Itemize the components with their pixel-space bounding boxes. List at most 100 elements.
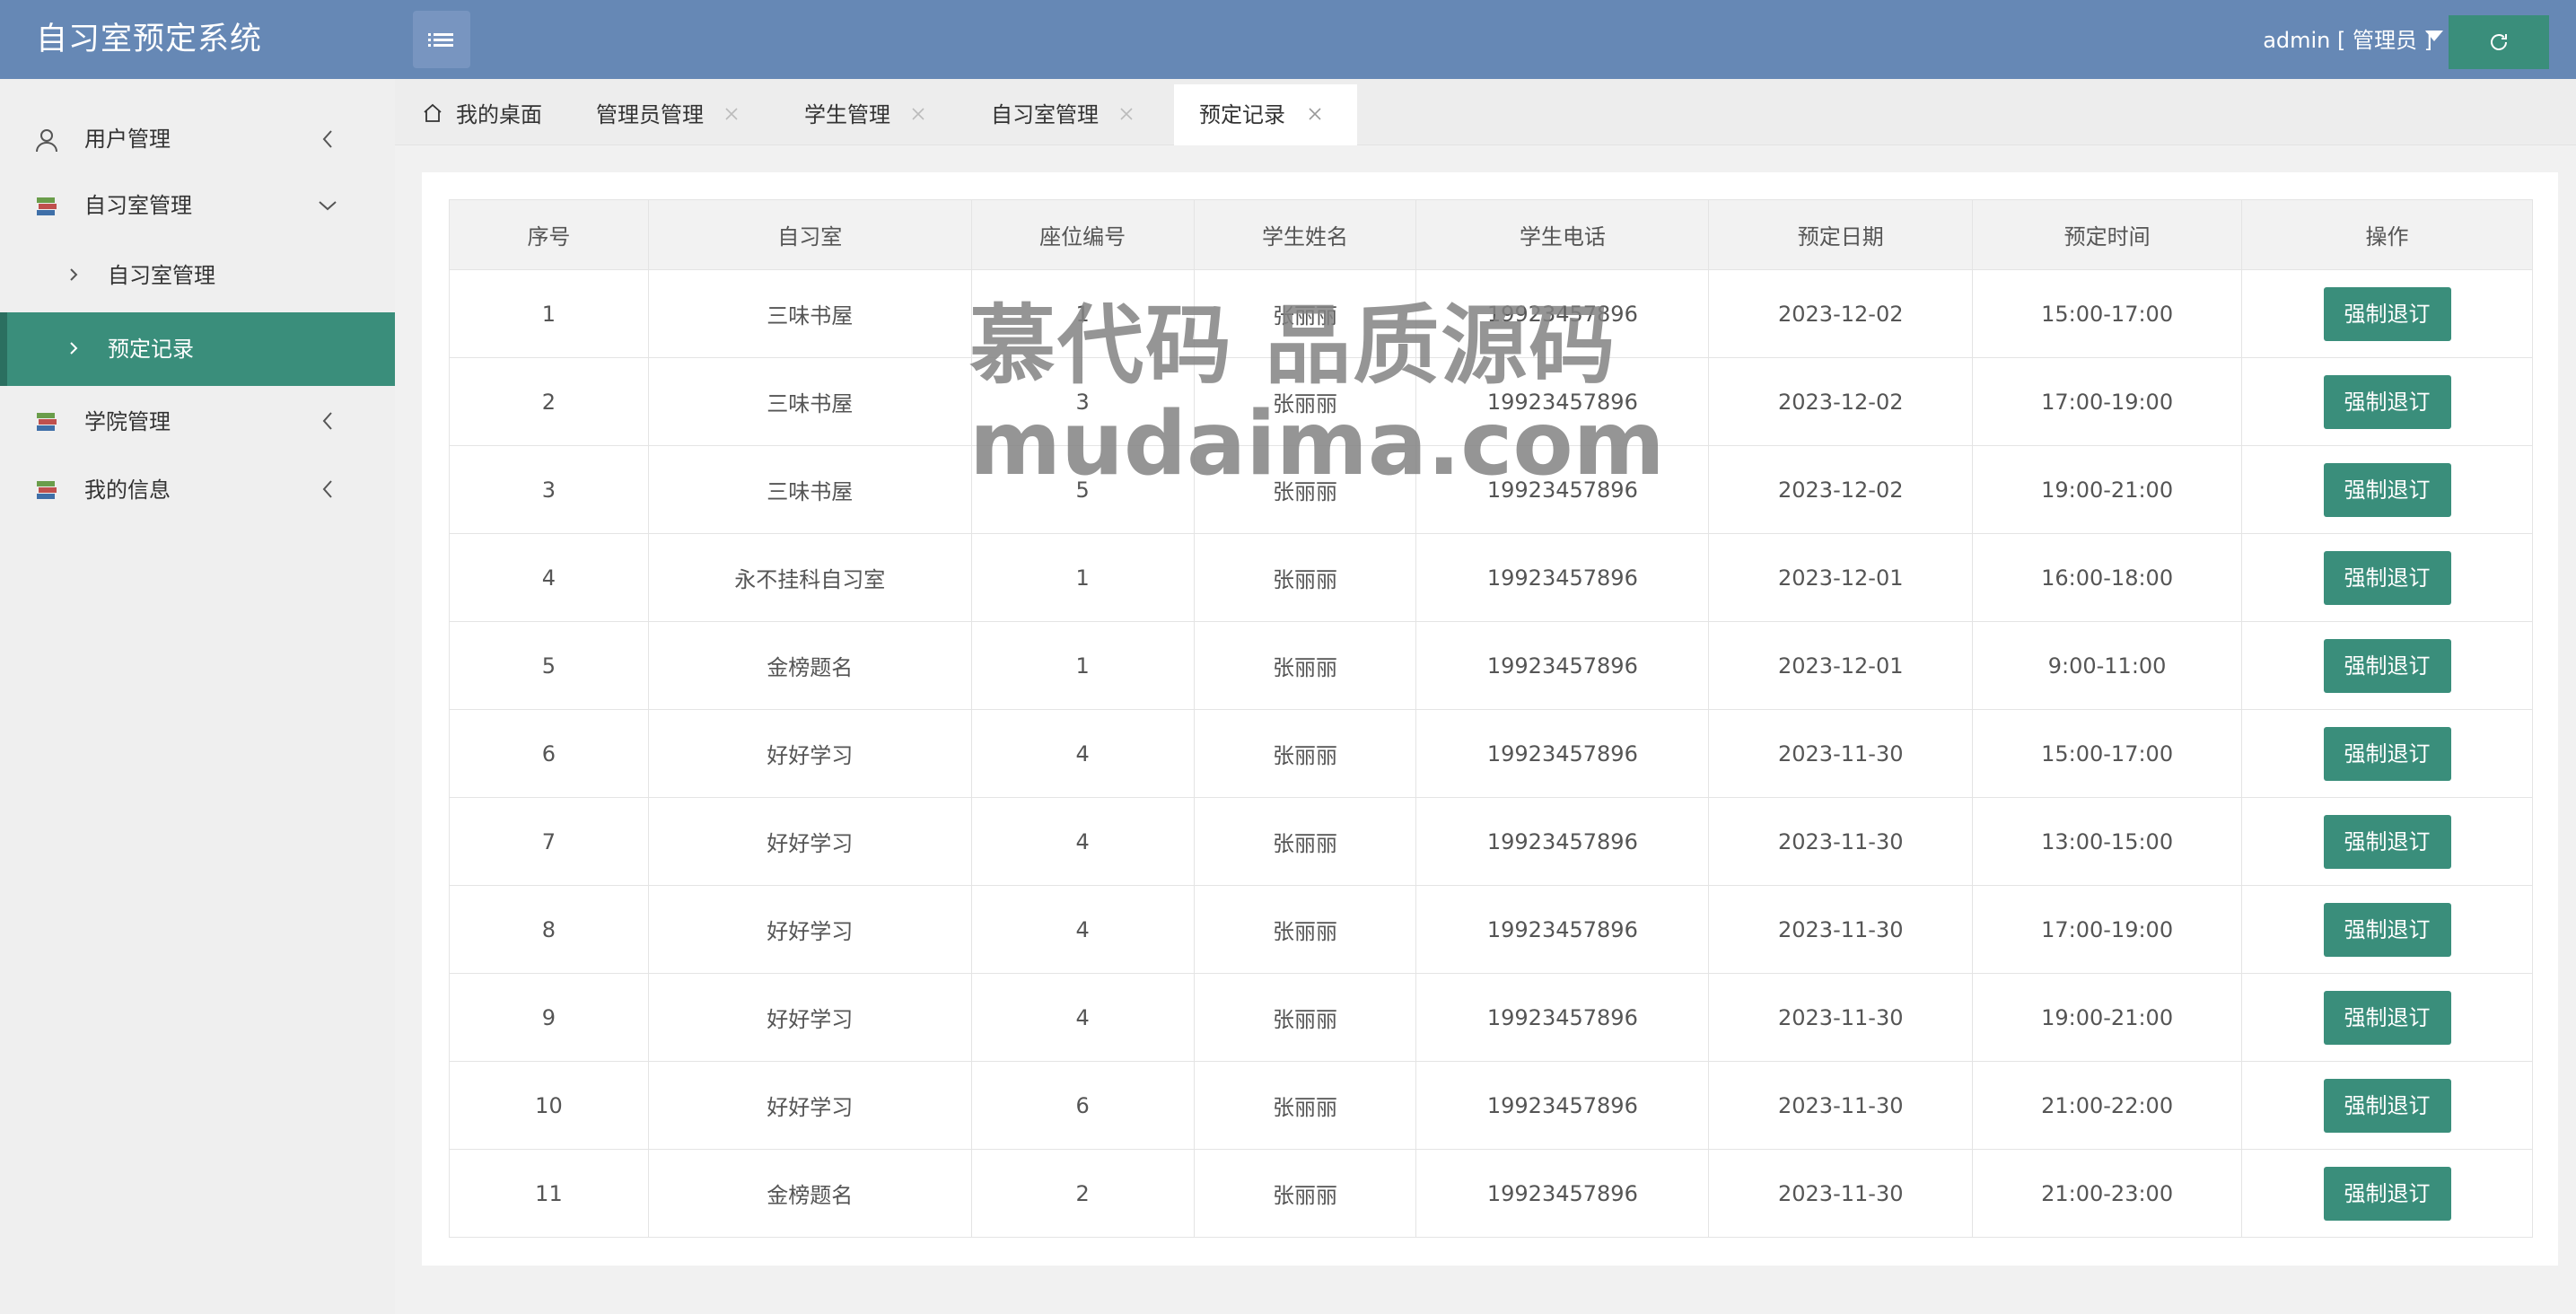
force-cancel-button[interactable]: 强制退订 bbox=[2323, 550, 2451, 605]
caret-down-icon[interactable] bbox=[2425, 31, 2443, 41]
sidebar-subitem-label: 预定记录 bbox=[108, 337, 194, 362]
tab-booking-records[interactable]: 预定记录 bbox=[1174, 84, 1357, 145]
admin-user-menu[interactable]: admin [ 管理员 ] bbox=[2263, 0, 2432, 79]
force-cancel-button[interactable]: 强制退订 bbox=[2323, 726, 2451, 781]
cell-seat: 1 bbox=[970, 533, 1195, 622]
cell-room: 好好学习 bbox=[647, 709, 972, 798]
cell-index: 8 bbox=[449, 885, 649, 974]
menu-toggle-button[interactable] bbox=[413, 11, 470, 68]
cell-booking-date: 2023-11-30 bbox=[1708, 709, 1974, 798]
cell-student-name: 张丽丽 bbox=[1193, 357, 1417, 446]
tab-my-desktop[interactable]: 我的桌面 bbox=[422, 84, 565, 145]
refresh-button[interactable] bbox=[2449, 15, 2549, 69]
cell-booking-time: 19:00-21:00 bbox=[1972, 973, 2243, 1062]
force-cancel-button[interactable]: 强制退订 bbox=[2323, 374, 2451, 429]
chevron-left-icon bbox=[322, 480, 332, 498]
close-icon[interactable] bbox=[722, 104, 741, 124]
cell-index: 6 bbox=[449, 709, 649, 798]
table-row: 5 金榜题名 1 张丽丽 19923457896 2023-12-01 9:00-11:00… bbox=[449, 621, 2533, 710]
header-booking-time: 预定时间 bbox=[1972, 199, 2243, 270]
cell-room: 好好学习 bbox=[647, 1061, 972, 1150]
cell-action: 强制退订 bbox=[2241, 885, 2533, 974]
books-icon bbox=[37, 197, 57, 215]
booking-records-table: 序号 自习室 座位编号 学生姓名 学生电话 预定日期 预定时间 操作 1 三味书屋… bbox=[449, 199, 2533, 1238]
table-row: 9 好好学习 4 张丽丽 19923457896 2023-11-30 19:00-21:0… bbox=[449, 973, 2533, 1062]
cell-index: 5 bbox=[449, 621, 649, 710]
force-cancel-button[interactable]: 强制退订 bbox=[2323, 638, 2451, 693]
cell-booking-time: 9:00-11:00 bbox=[1972, 621, 2243, 710]
chevron-down-icon bbox=[319, 201, 337, 211]
cell-seat: 4 bbox=[970, 885, 1195, 974]
close-icon[interactable] bbox=[908, 104, 928, 124]
header-room: 自习室 bbox=[647, 199, 972, 270]
tab-room-management[interactable]: 自习室管理 bbox=[991, 84, 1170, 145]
cell-room: 三味书屋 bbox=[647, 357, 972, 446]
sidebar: 用户管理 自习室管理 自习室管理 预定记录 学院管理 我的信息 bbox=[0, 79, 395, 1314]
tab-label: 我的桌面 bbox=[456, 102, 542, 127]
cell-student-name: 张丽丽 bbox=[1193, 973, 1417, 1062]
cell-booking-date: 2023-11-30 bbox=[1708, 1061, 1974, 1150]
sidebar-item-colleges[interactable]: 学院管理 bbox=[0, 388, 395, 456]
cell-seat: 5 bbox=[970, 445, 1195, 534]
table-row: 8 好好学习 4 张丽丽 19923457896 2023-11-30 17:00-19:0… bbox=[449, 885, 2533, 974]
force-cancel-button[interactable]: 强制退订 bbox=[2323, 990, 2451, 1045]
cell-room: 好好学习 bbox=[647, 885, 972, 974]
cell-student-name: 张丽丽 bbox=[1193, 1149, 1417, 1238]
cell-index: 2 bbox=[449, 357, 649, 446]
sidebar-subitem-booking-records[interactable]: 预定记录 bbox=[0, 312, 395, 386]
force-cancel-button[interactable]: 强制退订 bbox=[2323, 1166, 2451, 1221]
chevron-right-icon bbox=[70, 342, 78, 355]
tab-admin-management[interactable]: 管理员管理 bbox=[596, 84, 775, 145]
cell-student-phone: 19923457896 bbox=[1415, 357, 1710, 446]
cell-action: 强制退订 bbox=[2241, 1061, 2533, 1150]
cell-student-phone: 19923457896 bbox=[1415, 709, 1710, 798]
cell-seat: 1 bbox=[970, 269, 1195, 358]
tab-label: 学生管理 bbox=[804, 102, 890, 127]
cell-booking-time: 17:00-19:00 bbox=[1972, 885, 2243, 974]
cell-action: 强制退订 bbox=[2241, 709, 2533, 798]
cell-booking-time: 17:00-19:00 bbox=[1972, 357, 2243, 446]
sidebar-subitem-room-management[interactable]: 自习室管理 bbox=[0, 239, 395, 312]
user-icon bbox=[36, 129, 57, 153]
books-icon bbox=[37, 481, 57, 499]
content-panel: 序号 自习室 座位编号 学生姓名 学生电话 预定日期 预定时间 操作 1 三味书屋… bbox=[422, 172, 2558, 1266]
table-row: 3 三味书屋 5 张丽丽 19923457896 2023-12-02 19:00-21:0… bbox=[449, 445, 2533, 534]
sidebar-item-users[interactable]: 用户管理 bbox=[0, 106, 395, 172]
tab-student-management[interactable]: 学生管理 bbox=[804, 84, 966, 145]
cell-seat: 4 bbox=[970, 973, 1195, 1062]
force-cancel-button[interactable]: 强制退订 bbox=[2323, 1078, 2451, 1133]
table-row: 10 好好学习 6 张丽丽 19923457896 2023-11-30 21:00-22:… bbox=[449, 1061, 2533, 1150]
cell-student-phone: 19923457896 bbox=[1415, 533, 1710, 622]
sidebar-item-study-rooms[interactable]: 自习室管理 bbox=[0, 172, 395, 239]
cell-booking-date: 2023-12-01 bbox=[1708, 621, 1974, 710]
force-cancel-button[interactable]: 强制退订 bbox=[2323, 902, 2451, 957]
cell-room: 好好学习 bbox=[647, 797, 972, 886]
force-cancel-button[interactable]: 强制退订 bbox=[2323, 462, 2451, 517]
tab-label: 管理员管理 bbox=[596, 102, 704, 127]
cell-action: 强制退订 bbox=[2241, 1149, 2533, 1238]
cell-index: 1 bbox=[449, 269, 649, 358]
cell-index: 10 bbox=[449, 1061, 649, 1150]
cell-student-name: 张丽丽 bbox=[1193, 709, 1417, 798]
cell-booking-time: 13:00-15:00 bbox=[1972, 797, 2243, 886]
sidebar-subitem-label: 自习室管理 bbox=[108, 263, 215, 288]
cell-student-phone: 19923457896 bbox=[1415, 269, 1710, 358]
cell-index: 11 bbox=[449, 1149, 649, 1238]
cell-room: 三味书屋 bbox=[647, 445, 972, 534]
cell-student-name: 张丽丽 bbox=[1193, 885, 1417, 974]
sidebar-item-label: 自习室管理 bbox=[84, 193, 192, 218]
force-cancel-button[interactable]: 强制退订 bbox=[2323, 286, 2451, 341]
cell-booking-time: 21:00-22:00 bbox=[1972, 1061, 2243, 1150]
cell-booking-date: 2023-12-02 bbox=[1708, 269, 1974, 358]
close-icon[interactable] bbox=[1305, 104, 1325, 124]
cell-seat: 2 bbox=[970, 1149, 1195, 1238]
cell-booking-date: 2023-12-01 bbox=[1708, 533, 1974, 622]
cell-student-name: 张丽丽 bbox=[1193, 269, 1417, 358]
sidebar-item-my-info[interactable]: 我的信息 bbox=[0, 456, 395, 524]
cell-seat: 3 bbox=[970, 357, 1195, 446]
close-icon[interactable] bbox=[1117, 104, 1136, 124]
cell-booking-time: 15:00-17:00 bbox=[1972, 709, 2243, 798]
cell-action: 强制退订 bbox=[2241, 269, 2533, 358]
force-cancel-button[interactable]: 强制退订 bbox=[2323, 814, 2451, 869]
cell-room: 好好学习 bbox=[647, 973, 972, 1062]
